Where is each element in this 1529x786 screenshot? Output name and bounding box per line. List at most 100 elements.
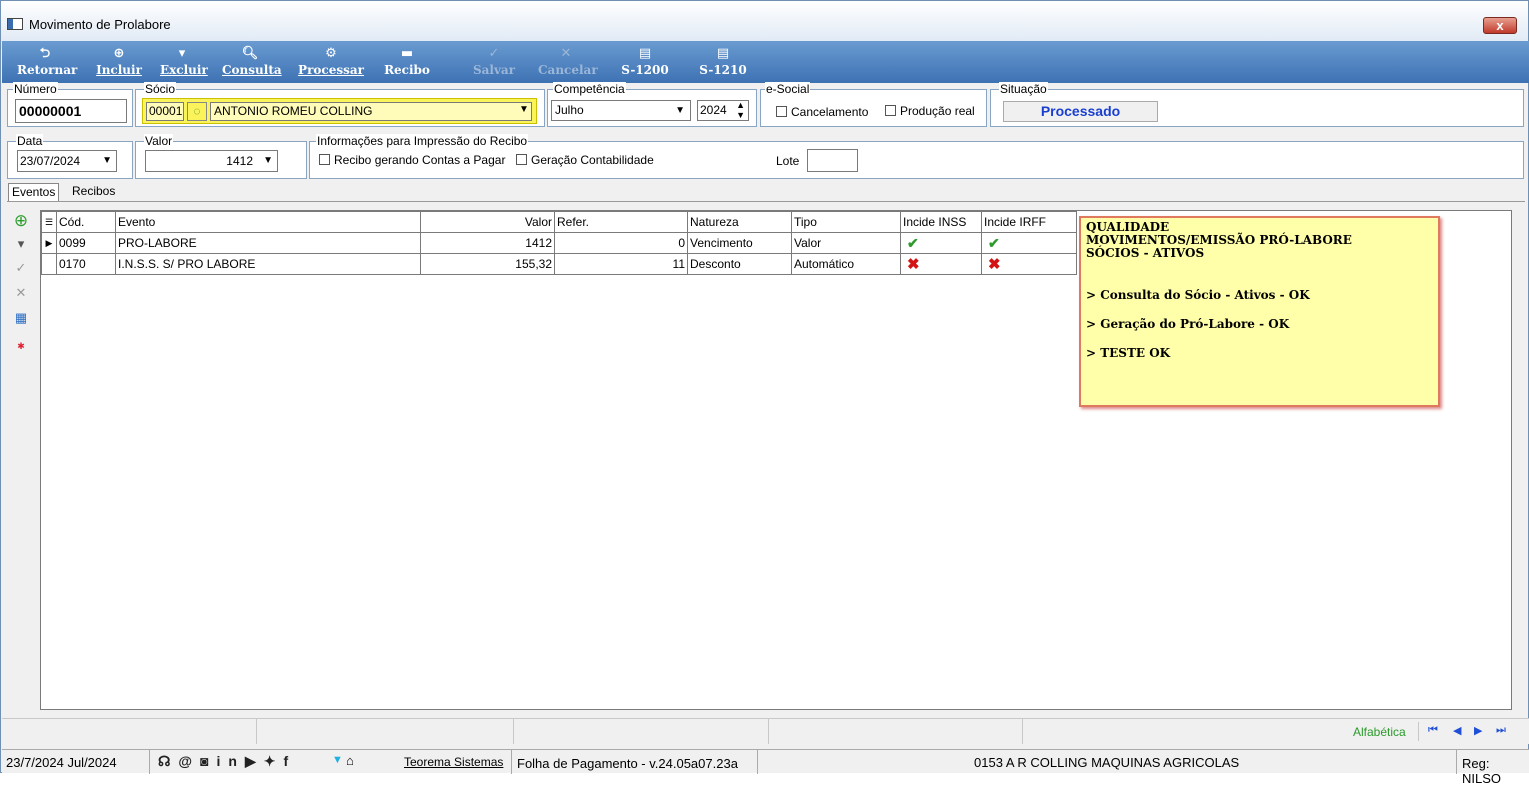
cell-tipo[interactable]: Automático: [791, 253, 901, 275]
search-icon[interactable]: ◌: [187, 102, 207, 121]
esocial-group: e-Social Cancelamento Produção real: [760, 82, 987, 127]
note-item: > Geração do Pró-Labore - OK: [1086, 317, 1290, 331]
nav-next-icon[interactable]: ▶: [1474, 724, 1482, 737]
company-link[interactable]: Teorema Sistemas: [404, 755, 503, 769]
trash-icon: ▾: [178, 46, 186, 61]
status-panel: [513, 719, 769, 744]
col-irff[interactable]: Incide IRFF: [981, 211, 1077, 233]
column-selector-icon[interactable]: ☰: [41, 211, 57, 233]
col-evento[interactable]: Evento: [115, 211, 421, 233]
incluir-button[interactable]: ⊕ Incluir: [96, 41, 142, 83]
recibo-checkbox[interactable]: Recibo gerando Contas a Pagar: [319, 153, 505, 167]
cell-refer[interactable]: 0: [554, 232, 688, 254]
cell-valor[interactable]: 1412: [420, 232, 555, 254]
excluir-button[interactable]: ▾ Excluir: [160, 41, 208, 83]
s-1210-button[interactable]: ▤ S-1210: [699, 41, 747, 83]
cell-tipo[interactable]: Valor: [791, 232, 901, 254]
close-button[interactable]: x: [1483, 17, 1517, 34]
note-spacer: [1086, 331, 1433, 347]
col-inss[interactable]: Incide INSS: [900, 211, 982, 233]
col-natureza[interactable]: Natureza: [687, 211, 792, 233]
numero-group: Número 00000001: [7, 82, 133, 127]
lote-field[interactable]: [807, 149, 858, 172]
cell-natureza[interactable]: Desconto: [687, 253, 792, 275]
chevron-down-icon[interactable]: ▼: [675, 101, 685, 120]
producao-checkbox[interactable]: Produção real: [885, 104, 975, 118]
socio-code-field[interactable]: 00001: [146, 102, 184, 121]
impressao-label: Informações para Impressão do Recibo: [316, 134, 529, 148]
cell-inss[interactable]: ✔: [900, 232, 982, 254]
cell-natureza[interactable]: Vencimento: [687, 232, 792, 254]
check-icon[interactable]: ✓: [12, 259, 30, 277]
toolbar-label: Excluir: [160, 63, 208, 77]
cancel-icon: ✕: [560, 46, 572, 61]
spinner-arrows-icon[interactable]: ▲ ▼: [736, 100, 745, 120]
chevron-down-icon[interactable]: ▼: [102, 151, 112, 171]
tab-eventos[interactable]: Eventos: [8, 183, 60, 201]
nav-prev-icon[interactable]: ◀: [1453, 724, 1461, 737]
col-tipo[interactable]: Tipo: [791, 211, 901, 233]
toolbar: ⮌ Retornar ⊕ Incluir ▾ Excluir 🔍︎ Consulta ⚙ Proc…: [2, 41, 1529, 83]
gear-icon[interactable]: ✱: [12, 337, 30, 355]
current-date: 23/7/2024 Jul/2024: [6, 755, 117, 770]
chevron-down-icon[interactable]: ▼: [263, 151, 273, 171]
tab-recibos[interactable]: Recibos: [69, 183, 118, 201]
add-icon: ⊕: [113, 46, 125, 61]
col-valor[interactable]: Valor: [420, 211, 555, 233]
trash-icon[interactable]: ▾: [12, 235, 30, 253]
month-select[interactable]: Julho ▼: [551, 100, 691, 121]
cancel-icon[interactable]: ✕: [12, 284, 30, 302]
tab-divider: [7, 201, 1525, 202]
cell-cod[interactable]: 0170: [56, 253, 116, 275]
table-row[interactable]: ▶ 0099 PRO-LABORE 1412 0 Vencimento Valo…: [41, 232, 1077, 254]
cell-evento[interactable]: PRO-LABORE: [115, 232, 421, 254]
contabilidade-checkbox[interactable]: Geração Contabilidade: [516, 153, 654, 167]
window: Movimento de Prolabore x ⮌ Retornar ⊕ Inclu…: [0, 0, 1529, 786]
nav-last-icon[interactable]: ⏭: [1496, 724, 1506, 737]
grid-export-icon[interactable]: ▦: [12, 309, 30, 327]
printer-icon: ▬: [400, 46, 414, 61]
chevron-down-icon[interactable]: ▼: [519, 104, 529, 115]
salvar-button[interactable]: ✓ Salvar: [471, 41, 517, 83]
nav-first-icon[interactable]: ⏮: [1428, 724, 1445, 737]
retornar-button[interactable]: ⮌ Retornar: [17, 41, 77, 83]
col-refer[interactable]: Refer.: [554, 211, 688, 233]
cell-irff[interactable]: ✖: [981, 253, 1077, 275]
consulta-button[interactable]: 🔍︎ Consulta: [222, 41, 282, 83]
col-cod[interactable]: Cód.: [56, 211, 116, 233]
check-icon: ✓: [488, 46, 500, 61]
checkbox-box[interactable]: [885, 105, 896, 116]
checkbox-box[interactable]: [776, 106, 787, 117]
recibo-button[interactable]: ▬ Recibo: [384, 41, 430, 83]
sort-order-label[interactable]: Alfabética: [1353, 725, 1406, 739]
cell-inss[interactable]: ✖: [900, 253, 982, 275]
socio-highlight: 00001 ◌ ANTONIO ROMEU COLLING ▼: [142, 98, 537, 124]
competencia-label: Competência: [553, 82, 626, 96]
processar-button[interactable]: ⚙ Processar: [298, 41, 364, 83]
check-icon: ✔: [988, 234, 1000, 251]
numero-field[interactable]: 00000001: [15, 99, 127, 123]
checkbox-box[interactable]: [516, 154, 527, 165]
s-1200-button[interactable]: ▤ S-1200: [621, 41, 669, 83]
cell-cod[interactable]: 0099: [56, 232, 116, 254]
checkbox-box[interactable]: [319, 154, 330, 165]
social-icons[interactable]: ☊@◙in▶✦f: [158, 753, 296, 770]
table-row[interactable]: 0170 I.N.S.S. S/ PRO LABORE 155,32 11 De…: [41, 253, 1077, 275]
socio-name-field[interactable]: ANTONIO ROMEU COLLING: [210, 102, 532, 121]
document-gear-icon: ▤: [716, 46, 730, 61]
cancelamento-checkbox[interactable]: Cancelamento: [776, 105, 868, 119]
check-icon: ✔: [907, 234, 919, 251]
data-label: Data: [16, 134, 44, 148]
row-indicator: [41, 253, 57, 275]
add-row-icon[interactable]: ⊕: [12, 212, 30, 230]
valor-field[interactable]: 1412 ▼: [145, 150, 278, 172]
cell-irff[interactable]: ✔: [981, 232, 1077, 254]
cell-refer[interactable]: 11: [554, 253, 688, 275]
date-picker[interactable]: 23/07/2024 ▼: [17, 150, 117, 172]
year-spinner[interactable]: 2024 ▲ ▼: [697, 100, 749, 121]
cell-valor[interactable]: 155,32: [420, 253, 555, 275]
cancelar-button[interactable]: ✕ Cancelar: [538, 41, 598, 83]
cell-evento[interactable]: I.N.S.S. S/ PRO LABORE: [115, 253, 421, 275]
lote-label: Lote: [776, 154, 800, 168]
user-text: Reg: NILSO: [1462, 756, 1502, 786]
